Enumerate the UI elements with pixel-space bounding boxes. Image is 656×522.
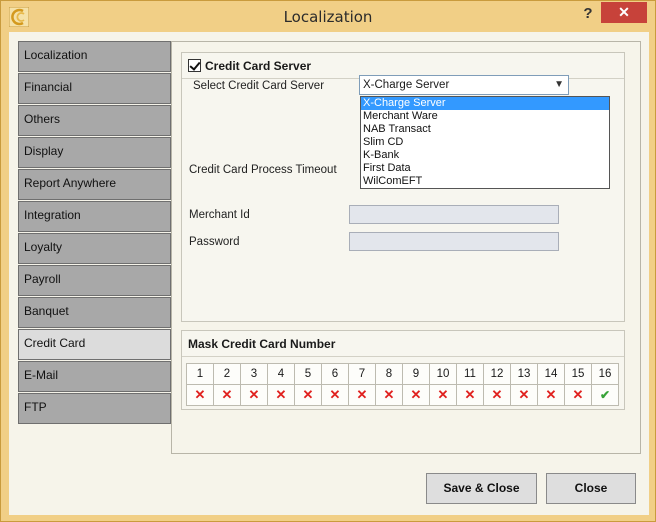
credit-card-settings-panel: Credit Card Server Select Credit Card Se… bbox=[171, 41, 641, 454]
x-mark-icon: ✕ bbox=[572, 387, 584, 402]
x-mark-icon: ✕ bbox=[248, 387, 260, 402]
dialog-body: Localization Financial Others Display Re… bbox=[9, 32, 649, 515]
credit-card-server-checkbox[interactable] bbox=[188, 59, 201, 72]
timeout-label: Credit Card Process Timeout bbox=[189, 164, 337, 176]
mask-digit-label: 9 bbox=[402, 363, 430, 385]
server-dropdown-list: X-Charge Server Merchant Ware NAB Transa… bbox=[360, 96, 610, 189]
mask-digit-label: 14 bbox=[537, 363, 565, 385]
server-select-value: X-Charge Server bbox=[363, 79, 450, 91]
x-mark-icon: ✕ bbox=[329, 387, 341, 402]
credit-card-server-title: Credit Card Server bbox=[205, 59, 312, 73]
sidebar-item-display[interactable]: Display bbox=[18, 137, 171, 168]
mask-digit-label: 6 bbox=[321, 363, 349, 385]
mask-digit-label: 11 bbox=[456, 363, 484, 385]
password-field[interactable] bbox=[349, 232, 559, 251]
x-mark-icon: ✕ bbox=[194, 387, 206, 402]
mask-digit-toggle[interactable]: ✕ bbox=[483, 384, 511, 406]
sidebar-item-loyalty[interactable]: Loyalty bbox=[18, 233, 171, 264]
mask-digit-label: 1 bbox=[186, 363, 214, 385]
sidebar-item-financial[interactable]: Financial bbox=[18, 73, 171, 104]
x-mark-icon: ✕ bbox=[545, 387, 557, 402]
mask-card-number-group: Mask Credit Card Number 1 2 3 4 5 6 7 8 9 10 11 12 1… bbox=[181, 330, 625, 410]
sidebar-item-e-mail[interactable]: E-Mail bbox=[18, 361, 171, 392]
save-close-button[interactable]: Save & Close bbox=[426, 473, 537, 504]
sidebar-item-integration[interactable]: Integration bbox=[18, 201, 171, 232]
sidebar-item-banquet[interactable]: Banquet bbox=[18, 297, 171, 328]
x-mark-icon: ✕ bbox=[221, 387, 233, 402]
sidebar-item-localization[interactable]: Localization bbox=[18, 41, 171, 72]
mask-digit-toggle[interactable]: ✔ bbox=[591, 384, 619, 406]
mask-digit-label: 8 bbox=[375, 363, 403, 385]
sidebar-item-payroll[interactable]: Payroll bbox=[18, 265, 171, 296]
mask-digit-toggle[interactable]: ✕ bbox=[321, 384, 349, 406]
x-mark-icon: ✕ bbox=[383, 387, 395, 402]
mask-digit-toggle[interactable]: ✕ bbox=[294, 384, 322, 406]
mask-digit-toggle[interactable]: ✕ bbox=[537, 384, 565, 406]
x-mark-icon: ✕ bbox=[491, 387, 503, 402]
x-mark-icon: ✕ bbox=[464, 387, 476, 402]
mask-digit-toggle[interactable]: ✕ bbox=[375, 384, 403, 406]
x-mark-icon: ✕ bbox=[275, 387, 287, 402]
mask-digit-label: 4 bbox=[267, 363, 295, 385]
mask-digit-toggle[interactable]: ✕ bbox=[564, 384, 592, 406]
mask-digits-row: 1 2 3 4 5 6 7 8 9 10 11 12 13 14 15 16 bbox=[186, 363, 619, 385]
x-mark-icon: ✕ bbox=[356, 387, 368, 402]
credit-card-server-group: Credit Card Server Select Credit Card Se… bbox=[181, 52, 625, 322]
server-option-wilcomeft[interactable]: WilComEFT bbox=[361, 175, 609, 188]
mask-digit-toggle[interactable]: ✕ bbox=[240, 384, 268, 406]
x-mark-icon: ✕ bbox=[437, 387, 449, 402]
mask-digit-toggle[interactable]: ✕ bbox=[267, 384, 295, 406]
mask-digit-label: 10 bbox=[429, 363, 457, 385]
merchant-id-field[interactable] bbox=[349, 205, 559, 224]
mask-digit-table: 1 2 3 4 5 6 7 8 9 10 11 12 13 14 15 16 ✕ ✕ ✕ ✕ ✕ ✕ ✕ ✕ ✕ ✕ ✕ ✕ ✕ ✕ ✕ ✔ bbox=[186, 363, 619, 406]
mask-digit-toggle[interactable]: ✕ bbox=[429, 384, 457, 406]
x-mark-icon: ✕ bbox=[410, 387, 422, 402]
mask-digit-toggle[interactable]: ✕ bbox=[186, 384, 214, 406]
mask-digit-label: 7 bbox=[348, 363, 376, 385]
localization-window: Localization ? ✕ Localization Financial … bbox=[0, 0, 656, 522]
mask-digit-label: 16 bbox=[591, 363, 619, 385]
server-option-k-bank[interactable]: K-Bank bbox=[361, 149, 609, 162]
sidebar-item-ftp[interactable]: FTP bbox=[18, 393, 171, 424]
dialog-footer: Save & Close Close bbox=[9, 462, 649, 515]
sidebar-item-credit-card[interactable]: Credit Card bbox=[18, 329, 171, 360]
mask-states-row: ✕ ✕ ✕ ✕ ✕ ✕ ✕ ✕ ✕ ✕ ✕ ✕ ✕ ✕ ✕ ✔ bbox=[186, 384, 619, 406]
mask-card-number-header: Mask Credit Card Number bbox=[182, 331, 624, 357]
mask-digit-label: 2 bbox=[213, 363, 241, 385]
x-mark-icon: ✕ bbox=[518, 387, 530, 402]
mask-digit-toggle[interactable]: ✕ bbox=[348, 384, 376, 406]
mask-digit-toggle[interactable]: ✕ bbox=[402, 384, 430, 406]
mask-digit-label: 3 bbox=[240, 363, 268, 385]
select-server-label: Select Credit Card Server bbox=[193, 80, 325, 92]
mask-digit-toggle[interactable]: ✕ bbox=[213, 384, 241, 406]
sidebar-item-report-anywhere[interactable]: Report Anywhere bbox=[18, 169, 171, 200]
server-option-nab-transact[interactable]: NAB Transact bbox=[361, 123, 609, 136]
mask-digit-label: 13 bbox=[510, 363, 538, 385]
help-button[interactable]: ? bbox=[579, 4, 597, 24]
x-mark-icon: ✕ bbox=[302, 387, 314, 402]
window-title: Localization bbox=[283, 8, 373, 26]
mask-digit-toggle[interactable]: ✕ bbox=[510, 384, 538, 406]
window-close-button[interactable]: ✕ bbox=[601, 2, 647, 23]
check-icon: ✔ bbox=[599, 388, 611, 402]
mask-digit-toggle[interactable]: ✕ bbox=[456, 384, 484, 406]
mask-digit-label: 15 bbox=[564, 363, 592, 385]
server-option-merchant-ware[interactable]: Merchant Ware bbox=[361, 110, 609, 123]
server-select[interactable]: X-Charge Server ▼ bbox=[359, 75, 569, 95]
server-option-slim-cd[interactable]: Slim CD bbox=[361, 136, 609, 149]
chevron-down-icon: ▼ bbox=[554, 79, 564, 90]
server-option-x-charge[interactable]: X-Charge Server bbox=[361, 97, 609, 110]
password-label: Password bbox=[189, 236, 240, 248]
close-button[interactable]: Close bbox=[546, 473, 636, 504]
mask-digit-label: 5 bbox=[294, 363, 322, 385]
server-option-first-data[interactable]: First Data bbox=[361, 162, 609, 175]
title-bar: Localization ? ✕ bbox=[1, 1, 655, 32]
merchant-id-label: Merchant Id bbox=[189, 209, 250, 221]
mask-digit-label: 12 bbox=[483, 363, 511, 385]
sidebar-item-others[interactable]: Others bbox=[18, 105, 171, 136]
